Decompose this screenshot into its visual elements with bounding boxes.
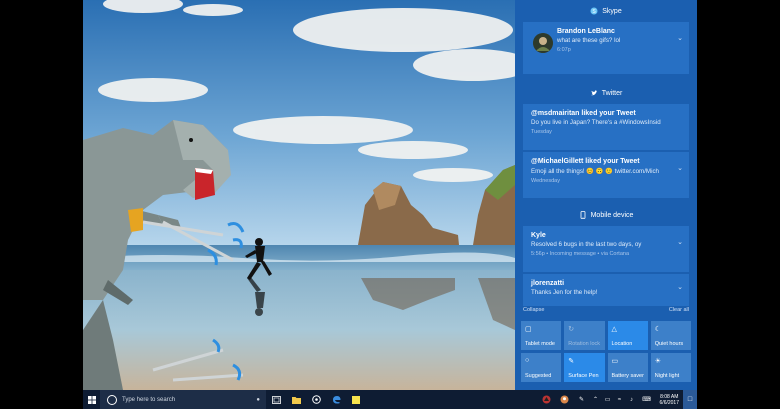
- quick-action-suggested[interactable]: ○ Suggested: [521, 353, 562, 382]
- mobile-notification[interactable]: Kyle Resolved 6 bugs in the last two day…: [523, 226, 689, 272]
- edge-icon[interactable]: [326, 390, 346, 409]
- microphone-icon[interactable]: ●: [256, 397, 260, 403]
- file-explorer-icon[interactable]: [286, 390, 306, 409]
- people-icon[interactable]: [556, 395, 574, 404]
- quick-actions: ▢ Tablet mode ↻ Rotation lock △ Location…: [521, 321, 691, 382]
- action-center-button[interactable]: □: [683, 390, 697, 409]
- group-header-twitter: Twitter: [515, 82, 697, 104]
- sun-icon: ☀: [654, 358, 662, 365]
- quick-action-surface-pen[interactable]: ✎ Surface Pen: [564, 353, 605, 382]
- twitter-notification[interactable]: @msdmairitan liked your Tweet Do you liv…: [523, 104, 689, 150]
- quick-action-label: Suggested: [525, 373, 552, 379]
- group-title: Mobile device: [590, 211, 634, 219]
- notification-sender: Brandon LeBlanc: [557, 28, 615, 35]
- quick-action-rotation-lock[interactable]: ↻ Rotation lock: [564, 321, 605, 350]
- battery-icon: ▭: [611, 358, 619, 365]
- windows-logo-icon: [87, 395, 96, 404]
- lightbulb-icon: ○: [525, 357, 530, 364]
- chevron-up-icon[interactable]: ⌃: [590, 396, 602, 403]
- notification-title: @msdmairitan liked your Tweet: [531, 110, 636, 117]
- mobile-notification[interactable]: jlorenzatti Thanks Jen for the help! ⌄: [523, 274, 689, 306]
- desktop: S Skype Brandon LeBlanc what are these g…: [83, 0, 697, 409]
- notification-title: jlorenzatti: [531, 280, 565, 287]
- wifi-icon[interactable]: ≈: [614, 397, 626, 403]
- skype-icon: S: [590, 7, 598, 15]
- chevron-down-icon[interactable]: ⌄: [677, 164, 683, 172]
- quick-action-location[interactable]: △ Location: [607, 321, 648, 350]
- group-title: Skype: [602, 7, 622, 15]
- search-placeholder: Type here to search: [122, 396, 176, 403]
- system-tray: ✎ ⌃ ▭ ≈ ♪ ⌨ 8:08 AM 6/6/2017 □: [538, 390, 697, 409]
- group-header-skype: S Skype: [515, 0, 697, 22]
- volume-icon[interactable]: ♪: [626, 397, 638, 403]
- quick-action-label: Surface Pen: [568, 373, 599, 379]
- quick-action-battery-saver[interactable]: ▭ Battery saver: [607, 353, 648, 382]
- quick-action-label: Rotation lock: [568, 341, 601, 347]
- taskbar: Type here to search ● ✎ ⌃ ▭ ≈ ♪ ⌨ 8:08 A…: [83, 390, 697, 409]
- desktop-wallpaper: [83, 0, 515, 390]
- clock[interactable]: 8:08 AM 6/6/2017: [660, 394, 679, 406]
- collapse-button[interactable]: Collapse: [523, 307, 544, 313]
- search-box[interactable]: Type here to search ●: [100, 390, 266, 409]
- notification-body: Do you live in Japan? There's a #Windows…: [531, 119, 661, 126]
- clock-time: 8:08 AM: [660, 393, 679, 400]
- task-view-icon[interactable]: [266, 390, 286, 409]
- notifications-icon: □: [687, 396, 693, 403]
- chevron-down-icon[interactable]: ⌄: [677, 238, 683, 246]
- moon-icon: ☾: [654, 326, 662, 333]
- action-center-controls: Collapse Clear all: [515, 305, 697, 315]
- cortana-icon: [107, 394, 117, 405]
- rotation-lock-icon: ↻: [568, 326, 575, 333]
- quick-action-tablet-mode[interactable]: ▢ Tablet mode: [521, 321, 562, 350]
- tablet-icon: ▢: [525, 326, 532, 333]
- chevron-down-icon[interactable]: ⌄: [677, 283, 683, 291]
- quick-action-label: Night light: [654, 373, 680, 379]
- twitter-icon: [590, 89, 598, 97]
- chevron-down-icon[interactable]: ⌄: [677, 34, 683, 42]
- notification-body: Thanks Jen for the help!: [531, 289, 598, 296]
- phone-icon: [579, 211, 587, 219]
- quick-action-label: Battery saver: [611, 373, 644, 379]
- battery-icon[interactable]: ▭: [602, 396, 614, 403]
- quick-action-label: Quiet hours: [654, 341, 684, 347]
- app-icon[interactable]: [538, 395, 556, 404]
- pen-workspace-icon[interactable]: ✎: [574, 396, 590, 403]
- quick-action-quiet-hours[interactable]: ☾ Quiet hours: [650, 321, 691, 350]
- pen-icon: ✎: [568, 358, 575, 365]
- notification-time: 6:07p: [557, 47, 571, 53]
- notification-title: Kyle: [531, 232, 546, 239]
- notification-body: Emoji all the things! 😊 🙃 🙂 twitter.com/…: [531, 168, 659, 175]
- twitter-notification[interactable]: @MichaelGillett liked your Tweet Emoji a…: [523, 152, 689, 198]
- clock-date: 6/6/2017: [659, 399, 679, 406]
- clear-all-button[interactable]: Clear all: [669, 307, 689, 313]
- notification-time: Wednesday: [531, 178, 560, 184]
- quick-action-label: Location: [611, 341, 633, 347]
- notification-message: what are these gifs? lol: [557, 37, 621, 44]
- avatar: [533, 33, 553, 53]
- quick-action-night-light[interactable]: ☀ Night light: [650, 353, 691, 382]
- group-title: Twitter: [601, 89, 623, 97]
- notification-body: Resolved 6 bugs in the last two days, oy: [531, 241, 642, 248]
- sticky-notes-icon[interactable]: [346, 390, 366, 409]
- notification-time: 5:56p • Incoming message • via Cortana: [531, 251, 630, 257]
- location-icon: △: [611, 326, 617, 333]
- start-button[interactable]: [83, 390, 100, 409]
- skype-notification[interactable]: Brandon LeBlanc what are these gifs? lol…: [523, 22, 689, 74]
- notification-title: @MichaelGillett liked your Tweet: [531, 158, 640, 165]
- action-center: S Skype Brandon LeBlanc what are these g…: [515, 0, 697, 390]
- groove-icon[interactable]: [306, 390, 326, 409]
- keyboard-icon[interactable]: ⌨: [638, 396, 656, 403]
- quick-action-label: Tablet mode: [525, 341, 555, 347]
- group-header-mobile-device: Mobile device: [515, 204, 697, 226]
- notification-time: Tuesday: [531, 129, 552, 135]
